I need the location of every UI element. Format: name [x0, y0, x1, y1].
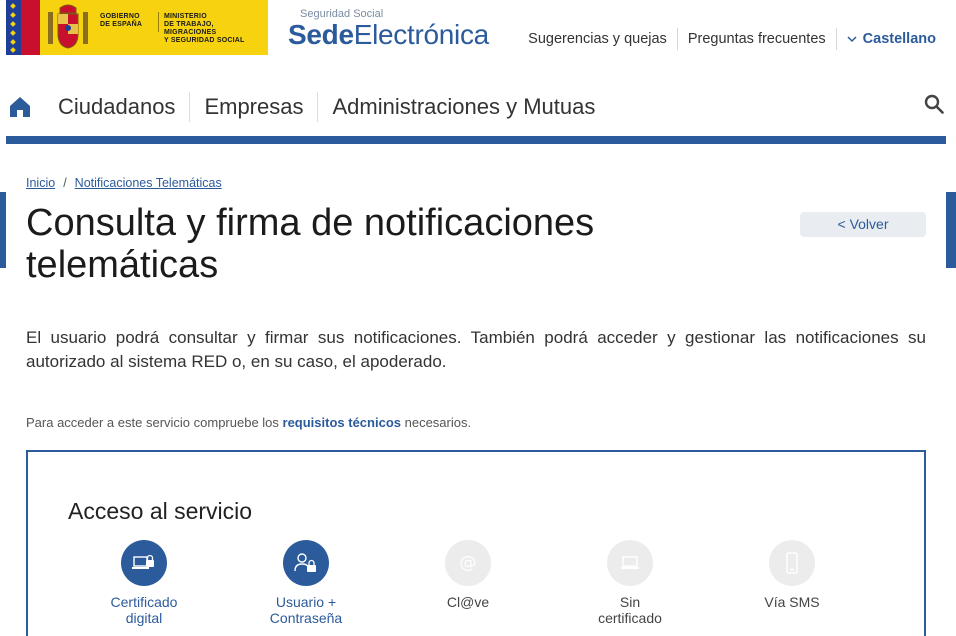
right-accent-bar	[946, 192, 956, 268]
method-label: Certificado digital	[110, 594, 178, 626]
access-title: Acceso al servicio	[68, 498, 253, 524]
breadcrumb: Inicio / Notificaciones Telemáticas	[26, 176, 222, 190]
certificate-laptop-lock-icon	[121, 540, 167, 586]
breadcrumb-home-link[interactable]: Inicio	[26, 176, 55, 190]
utility-links: Sugerencias y quejas Preguntas frecuente…	[518, 28, 946, 50]
method-certificado-digital[interactable]: Certificado digital	[74, 540, 214, 626]
search-icon[interactable]	[924, 94, 944, 114]
gov-divider	[158, 12, 159, 32]
method-via-sms[interactable]: Vía SMS	[722, 540, 862, 610]
nav-item-empresas[interactable]: Empresas	[189, 92, 317, 122]
method-usuario-contrasena[interactable]: Usuario + Contraseña	[236, 540, 376, 626]
requirements-prefix: Para acceder a este servicio compruebe l…	[26, 415, 283, 430]
method-label: Usuario + Contraseña	[269, 594, 343, 626]
method-label: Vía SMS	[764, 594, 820, 610]
language-selector[interactable]: Castellano	[835, 28, 946, 50]
government-logo[interactable]: GOBIERNO DE ESPAÑA MINISTERIO DE TRABAJO…	[6, 0, 268, 55]
method-label: Sin certificado	[598, 594, 662, 626]
chevron-down-icon	[847, 36, 857, 43]
top-header: GOBIERNO DE ESPAÑA MINISTERIO DE TRABAJO…	[0, 0, 956, 60]
sede-title: SedeElectrónica	[288, 19, 489, 50]
laptop-icon	[607, 540, 653, 586]
technical-requirements-link[interactable]: requisitos técnicos	[283, 415, 401, 430]
eu-flag-icon	[6, 0, 21, 55]
access-methods: Certificado digital Usuario + Contraseña @…	[28, 540, 928, 636]
faq-link[interactable]: Preguntas frecuentes	[676, 28, 836, 50]
left-accent-bar	[0, 192, 6, 268]
home-icon[interactable]	[9, 96, 31, 118]
suggestions-link[interactable]: Sugerencias y quejas	[518, 28, 677, 50]
phone-icon	[769, 540, 815, 586]
method-clave[interactable]: @ Cl@ve	[398, 540, 538, 610]
nav-items: Ciudadanos Empresas Administraciones y M…	[44, 92, 609, 122]
spain-coat-of-arms-icon	[48, 4, 88, 49]
at-sign-icon: @	[445, 540, 491, 586]
method-sin-certificado[interactable]: Sin certificado	[560, 540, 700, 626]
requirements-suffix: necesarios.	[401, 415, 472, 430]
spain-flag-band	[21, 0, 40, 55]
access-service-panel: Acceso al servicio Certificado digital U…	[26, 450, 926, 636]
page-title: Consulta y firma de notificaciones telem…	[26, 202, 595, 286]
breadcrumb-current-link[interactable]: Notificaciones Telemáticas	[75, 176, 222, 190]
user-lock-icon	[283, 540, 329, 586]
intro-text: El usuario podrá consultar y firmar sus …	[26, 328, 926, 371]
gov-text-block-2: MINISTERIO DE TRABAJO, MIGRACIONES Y SEG…	[164, 13, 245, 44]
back-button[interactable]: < Volver	[800, 212, 926, 237]
main-navigation: Ciudadanos Empresas Administraciones y M…	[6, 84, 946, 144]
breadcrumb-separator: /	[63, 176, 67, 190]
nav-item-ciudadanos[interactable]: Ciudadanos	[44, 92, 189, 122]
method-label: Cl@ve	[446, 594, 490, 610]
requirements-text: Para acceder a este servicio compruebe l…	[26, 415, 471, 430]
nav-item-administraciones[interactable]: Administraciones y Mutuas	[317, 92, 609, 122]
language-label: Castellano	[862, 31, 936, 47]
sede-electronica-logo[interactable]: Seguridad Social SedeElectrónica	[288, 8, 489, 50]
gov-text-block-1: GOBIERNO DE ESPAÑA	[100, 13, 143, 28]
